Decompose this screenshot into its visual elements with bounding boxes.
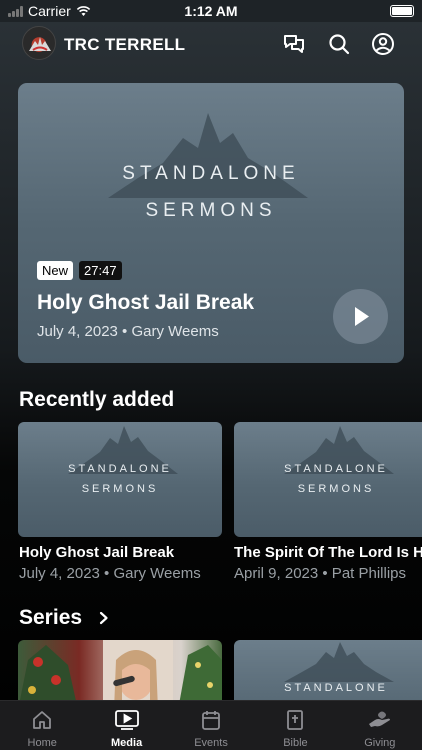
brand-line-2: SERMONS (81, 483, 159, 495)
brand-line-1: STANDALONE (284, 463, 388, 475)
app-title: TRC TERRELL (64, 35, 186, 54)
church-logo-icon[interactable] (22, 26, 56, 60)
recent-item-thumbnail[interactable]: STANDALONE SERMONS (234, 422, 422, 537)
duration-badge: 27:47 (79, 261, 122, 280)
media-play-icon (114, 710, 139, 730)
top-header: TRC TERRELL (0, 22, 422, 66)
recent-item-thumbnail[interactable]: STANDALONE SERMONS (18, 422, 222, 537)
tab-events[interactable]: Events (169, 701, 253, 750)
tab-media[interactable]: Media (84, 701, 168, 750)
play-button[interactable] (333, 289, 388, 344)
tab-label: Home (27, 737, 57, 749)
tab-bible[interactable]: Bible (253, 701, 337, 750)
chevron-right-icon[interactable] (97, 610, 111, 626)
tab-bar: Home Media Events Bible Giving (0, 700, 422, 750)
recent-item-meta: April 9, 2023 • Pat Phillips (234, 565, 407, 582)
tab-home[interactable]: Home (0, 701, 84, 750)
messages-icon[interactable] (282, 32, 306, 56)
new-badge: New (37, 261, 74, 280)
search-icon[interactable] (327, 32, 351, 56)
home-icon (33, 711, 52, 729)
profile-icon[interactable] (371, 32, 395, 56)
recent-item-text-clip: The Spirit Of The Lord Is He April 9, 20… (234, 540, 422, 590)
status-bar: Carrier 1:12 AM (0, 0, 422, 22)
recent-item-title[interactable]: Holy Ghost Jail Break (19, 544, 174, 561)
brand-line-2: SERMONS (145, 200, 277, 221)
bible-icon (287, 710, 304, 730)
hero-meta: July 4, 2023 • Gary Weems (37, 323, 219, 340)
brand-line-1: STANDALONE (284, 682, 388, 694)
featured-sermon-card[interactable]: STANDALONE SERMONS New 27:47 Holy Ghost … (18, 83, 404, 363)
rock-island-image (284, 642, 394, 682)
recently-added-heading: Recently added (19, 388, 175, 411)
brand-line-2: SERMONS (297, 483, 375, 495)
battery-icon (390, 5, 414, 17)
giving-hand-icon (368, 711, 390, 727)
tab-label: Giving (364, 737, 396, 749)
recent-item-title[interactable]: The Spirit Of The Lord Is He (234, 544, 422, 561)
calendar-icon (202, 711, 220, 730)
tab-label: Bible (283, 737, 308, 749)
clock: 1:12 AM (184, 3, 238, 19)
hero-tags: New 27:47 (37, 261, 122, 280)
tab-label: Media (111, 737, 143, 749)
tab-label: Events (194, 737, 228, 749)
recent-item-meta: July 4, 2023 • Gary Weems (19, 565, 201, 582)
brand-line-1: STANDALONE (68, 463, 172, 475)
play-icon (355, 307, 369, 326)
brand-line-1: STANDALONE (122, 163, 300, 184)
hero-title: Holy Ghost Jail Break (37, 291, 255, 314)
series-heading[interactable]: Series (19, 606, 82, 630)
tab-giving[interactable]: Giving (338, 701, 422, 750)
